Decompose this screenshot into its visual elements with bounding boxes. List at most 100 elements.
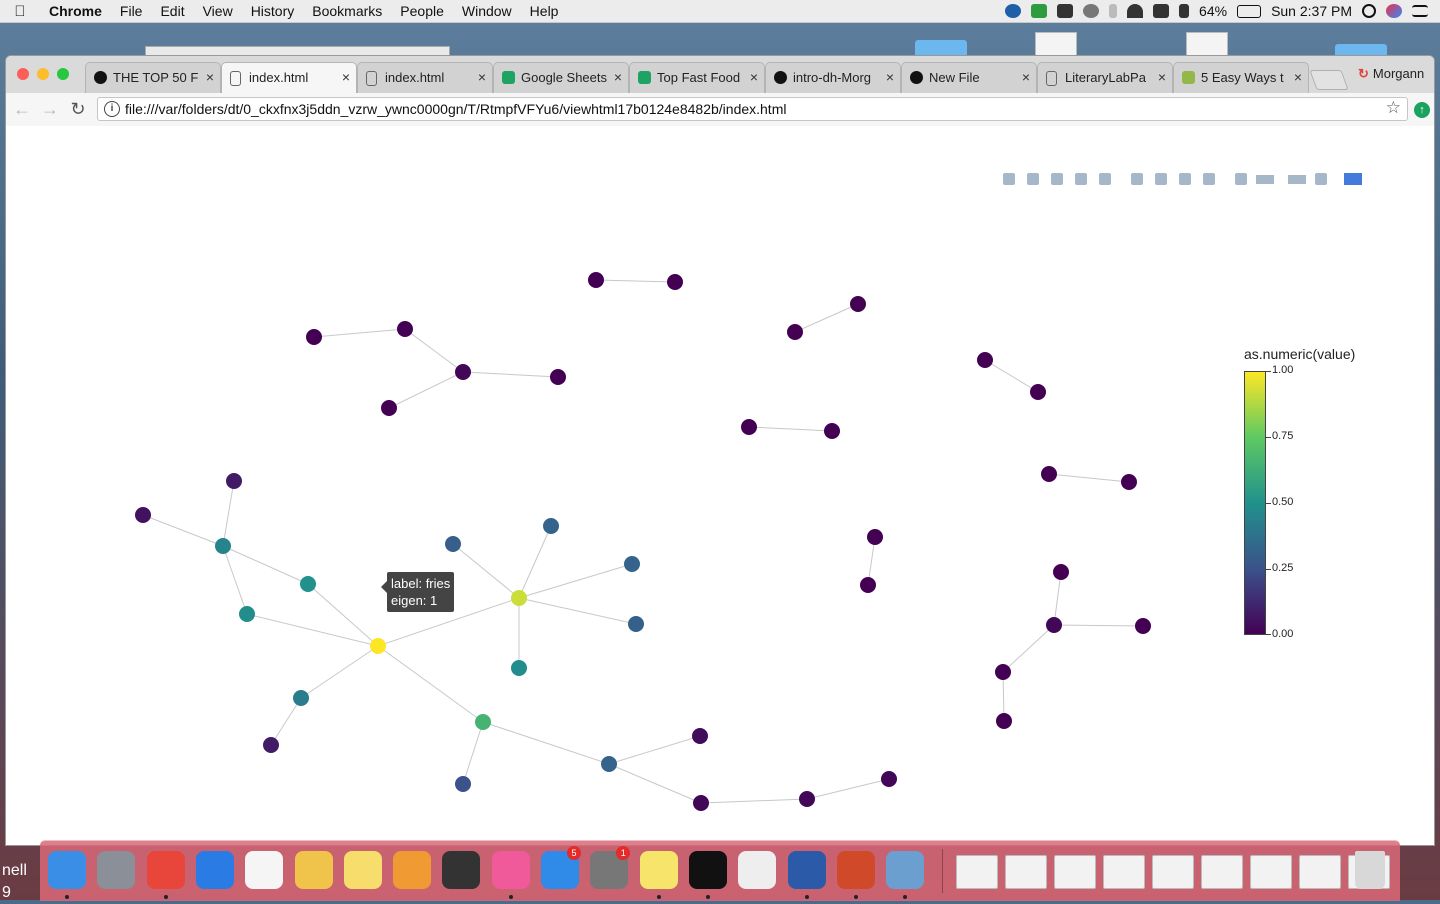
autoscale-icon[interactable] <box>1175 171 1195 187</box>
graph-node[interactable] <box>588 272 604 288</box>
tab-intro-dh[interactable]: intro-dh-Morg × <box>765 62 901 93</box>
menu-people[interactable]: People <box>391 0 453 22</box>
airplay-icon[interactable] <box>1153 4 1170 18</box>
itunes-icon[interactable] <box>491 851 530 889</box>
forward-button[interactable]: → <box>39 99 61 120</box>
graph-node[interactable] <box>397 321 413 337</box>
graph-node[interactable] <box>215 538 231 554</box>
graph-node[interactable] <box>306 329 322 345</box>
finder-icon[interactable] <box>48 851 86 889</box>
menu-file[interactable]: File <box>111 0 152 22</box>
close-icon[interactable]: × <box>1022 63 1030 92</box>
zoom-window-button[interactable] <box>57 68 69 80</box>
calendar-icon[interactable] <box>245 851 284 889</box>
textedit-icon[interactable] <box>738 851 777 889</box>
app-menu[interactable]: Chrome <box>40 0 111 22</box>
dashboard-icon[interactable] <box>442 851 481 889</box>
graph-node[interactable] <box>787 324 803 340</box>
close-icon[interactable]: × <box>1158 63 1166 92</box>
new-tab-button[interactable] <box>1309 70 1349 90</box>
network-plot[interactable] <box>6 126 1434 845</box>
box-select-icon[interactable] <box>1071 171 1091 187</box>
graph-node[interactable] <box>381 400 397 416</box>
graph-node[interactable] <box>667 274 683 290</box>
close-icon[interactable]: × <box>614 63 622 92</box>
graph-node[interactable] <box>263 737 279 753</box>
chrome-icon[interactable] <box>146 851 185 889</box>
graph-node[interactable] <box>977 352 993 368</box>
time-machine-icon[interactable] <box>1083 4 1100 18</box>
backup-icon[interactable] <box>1005 4 1022 18</box>
graph-node[interactable] <box>1053 564 1069 580</box>
graph-node[interactable] <box>824 423 840 439</box>
graph-node[interactable] <box>293 690 309 706</box>
lasso-icon[interactable] <box>1095 171 1115 187</box>
wifi-icon[interactable] <box>1127 4 1144 18</box>
close-icon[interactable]: × <box>342 63 350 92</box>
document-thumbnail-icon[interactable] <box>1299 855 1341 889</box>
document-thumbnail-icon[interactable] <box>1103 855 1145 889</box>
safari-icon[interactable] <box>195 851 234 889</box>
notes-icon[interactable] <box>343 851 382 889</box>
document-thumbnail-icon[interactable] <box>1201 855 1243 889</box>
sheets-helper-icon[interactable] <box>1031 4 1048 18</box>
zoom-icon[interactable] <box>1023 171 1043 187</box>
close-icon[interactable]: × <box>1294 63 1302 92</box>
camera-icon[interactable] <box>999 171 1019 187</box>
plotly-logo-icon[interactable] <box>1343 171 1363 187</box>
graph-node[interactable] <box>455 776 471 792</box>
profile-button[interactable]: ↻ Morgann <box>1358 66 1424 82</box>
graph-node[interactable] <box>511 590 527 606</box>
menu-help[interactable]: Help <box>521 0 568 22</box>
document-thumbnail-icon[interactable] <box>1054 855 1096 889</box>
graph-node[interactable] <box>239 606 255 622</box>
graph-node[interactable] <box>550 369 566 385</box>
notification-center-icon[interactable] <box>1412 5 1428 17</box>
photos-icon[interactable] <box>294 851 333 889</box>
address-bar[interactable]: i file:///var/folders/dt/0_ckxfnx3j5ddn_… <box>97 97 1408 121</box>
graph-node[interactable] <box>1121 474 1137 490</box>
bookmark-star-icon[interactable]: ☆ <box>1386 98 1401 118</box>
word-icon[interactable] <box>787 851 826 889</box>
graph-node[interactable] <box>601 756 617 772</box>
document-thumbnail-icon[interactable] <box>1005 855 1047 889</box>
spike-icon[interactable] <box>1231 171 1251 187</box>
graph-node[interactable] <box>996 713 1012 729</box>
tab-top-50[interactable]: THE TOP 50 F × <box>85 62 221 93</box>
tab-new-file[interactable]: New File × <box>901 62 1037 93</box>
bluetooth-icon[interactable] <box>1109 4 1118 18</box>
stickies-icon[interactable] <box>639 851 678 889</box>
graph-node[interactable] <box>995 664 1011 680</box>
graph-node[interactable] <box>799 791 815 807</box>
hover-closest-icon[interactable] <box>1255 171 1275 187</box>
document-thumbnail-icon[interactable] <box>1250 855 1292 889</box>
zoom-out-icon[interactable] <box>1151 171 1171 187</box>
launchpad-icon[interactable] <box>97 851 136 889</box>
graph-node[interactable] <box>511 660 527 676</box>
volume-icon[interactable] <box>1179 4 1190 18</box>
menu-edit[interactable]: Edit <box>151 0 193 22</box>
apple-menu-icon[interactable]:  <box>0 3 40 20</box>
menu-bookmarks[interactable]: Bookmarks <box>303 0 391 22</box>
zoom-in-icon[interactable] <box>1127 171 1147 187</box>
graph-node[interactable] <box>226 473 242 489</box>
edit-icon[interactable] <box>1311 171 1331 187</box>
graph-node[interactable] <box>1030 384 1046 400</box>
close-icon[interactable]: × <box>886 63 894 92</box>
tab-literary-lab[interactable]: LiteraryLabPa × <box>1037 62 1173 93</box>
document-thumbnail-icon[interactable] <box>956 855 998 889</box>
graph-node[interactable] <box>1135 618 1151 634</box>
graph-node[interactable] <box>135 507 151 523</box>
reload-button[interactable]: ↻ <box>67 99 89 120</box>
menu-window[interactable]: Window <box>453 0 521 22</box>
tab-5-easy-ways[interactable]: 5 Easy Ways t × <box>1173 62 1309 93</box>
pages-icon[interactable] <box>393 851 432 889</box>
back-button[interactable]: ← <box>11 99 33 120</box>
screen-icon[interactable] <box>1057 4 1074 18</box>
reset-icon[interactable] <box>1199 171 1219 187</box>
graph-node[interactable] <box>1041 466 1057 482</box>
siri-icon[interactable] <box>1386 4 1402 18</box>
extension-icon[interactable]: ↑ <box>1414 102 1430 118</box>
graph-node[interactable] <box>475 714 491 730</box>
battery-percent[interactable]: 64% <box>1199 3 1227 19</box>
